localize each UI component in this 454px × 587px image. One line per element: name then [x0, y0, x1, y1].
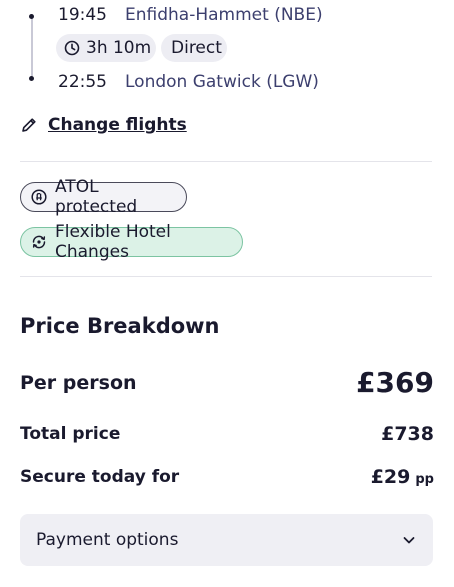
secure-today-price: £29 pp — [371, 466, 434, 488]
atol-label: ATOL protected — [55, 177, 138, 217]
atol-badge: ATOL protected — [20, 177, 187, 217]
payment-options-label: Payment options — [36, 530, 179, 550]
timeline-line — [31, 18, 33, 76]
secure-today-label: Secure today for — [20, 467, 180, 487]
per-person-price: £369 — [356, 366, 434, 399]
flexible-change-icon — [31, 234, 47, 250]
atol-shield-icon — [31, 189, 47, 205]
pencil-icon — [20, 116, 38, 134]
secure-today-suffix: pp — [415, 472, 434, 487]
price-breakdown-heading: Price Breakdown — [20, 314, 220, 338]
duration-text: 3h 10m — [86, 38, 152, 58]
departure-time: 19:45 — [58, 5, 107, 25]
stops-chip: Direct — [161, 34, 227, 62]
flexible-hotel-label: Flexible Hotel Changes — [55, 222, 171, 262]
arrival-airport: London Gatwick (LGW) — [125, 72, 319, 92]
departure-airport: Enfidha-Hammet (NBE) — [125, 5, 323, 25]
chevron-down-icon — [401, 532, 417, 548]
arrival-time: 22:55 — [58, 72, 107, 92]
divider — [20, 161, 432, 162]
secure-today-value: £29 — [370, 466, 411, 488]
payment-options-dropdown[interactable]: Payment options — [20, 514, 433, 566]
change-flights-link[interactable]: Change flights — [20, 115, 187, 135]
timeline-dot-arrival — [29, 76, 34, 81]
clock-icon — [64, 40, 80, 56]
total-price-value: £738 — [381, 423, 434, 445]
change-flights-label[interactable]: Change flights — [48, 115, 187, 135]
stops-text: Direct — [171, 38, 222, 58]
divider — [20, 276, 432, 277]
flexible-hotel-badge: Flexible Hotel Changes — [20, 222, 243, 262]
duration-chip: 3h 10m — [56, 34, 156, 62]
timeline-dot-departure — [29, 14, 34, 19]
total-price-label: Total price — [20, 424, 121, 444]
per-person-label: Per person — [20, 372, 137, 394]
